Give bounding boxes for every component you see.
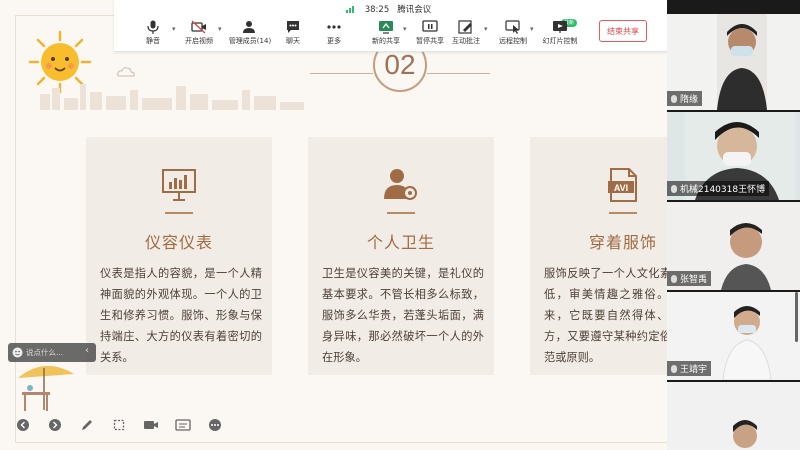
city-skyline-illustration	[40, 84, 304, 110]
slide-control-icon	[553, 21, 567, 33]
subtitle-tool-button[interactable]	[174, 417, 192, 433]
slide-control-button[interactable]: 幻灯片控制	[532, 20, 588, 50]
share-screen-icon	[379, 21, 393, 34]
participant-name-tag: 隋缘	[667, 91, 703, 106]
pause-icon	[422, 20, 438, 32]
smiley-icon	[12, 347, 23, 358]
remote-control-icon	[505, 20, 520, 34]
next-slide-button[interactable]	[46, 417, 64, 433]
person-gear-icon	[384, 169, 417, 200]
mic-icon	[671, 184, 677, 193]
chat-icon	[287, 21, 299, 33]
chevron-right-circle-icon	[49, 419, 61, 431]
card-appearance: 仪容仪表 仪表是指人的容貌，是一个人精神面貌的外观体现。一个人的卫生和修养习惯。…	[86, 137, 272, 375]
pen-tool-button[interactable]	[78, 417, 96, 433]
mic-icon	[671, 364, 677, 373]
more-button[interactable]: 更多	[306, 20, 362, 50]
members-icon	[243, 21, 255, 33]
person-video-silhouette	[721, 223, 771, 290]
participant-tile[interactable]: 张智禹	[667, 202, 800, 290]
participant-tile[interactable]: 隋缘	[667, 14, 800, 110]
participant-tile[interactable]: 王靖宇	[667, 292, 800, 380]
camera-tool-button[interactable]	[142, 417, 160, 433]
card-body: 仪表是指人的容貌，是一个人精神面貌的外观体现。一个人的卫生和修养习惯。服饰、形象…	[100, 267, 262, 364]
more-tools-button[interactable]	[206, 417, 224, 433]
participant-name-tag: 张智禹	[667, 271, 712, 286]
panel-scrollbar[interactable]	[795, 292, 798, 342]
caption-icon	[175, 419, 191, 431]
card-hygiene: 个人卫生 卫生是仪容美的关键，是礼仪的基本要求。不管长相多么标致，服饰多么华贵，…	[308, 137, 494, 375]
chevron-left-circle-icon	[17, 419, 29, 431]
microphone-icon	[147, 20, 159, 34]
participant-video	[723, 382, 769, 450]
video-options-caret[interactable]: ▾	[218, 25, 222, 33]
video-off-icon	[191, 20, 206, 34]
participant-name-tag: 王靖宇	[667, 361, 712, 376]
person-video-silhouette	[722, 306, 772, 380]
avi-file-icon: AVI	[608, 168, 637, 202]
meeting-app-name: 腾讯会议	[397, 5, 432, 15]
mic-icon	[671, 94, 677, 103]
card-title: 仪容仪表	[144, 233, 213, 252]
person-video-silhouette	[717, 24, 767, 110]
select-tool-button[interactable]	[110, 417, 128, 433]
participant-name-tag: 机械2140318王怀博	[667, 181, 770, 196]
pencil-icon	[82, 420, 92, 430]
cloud-illustration	[117, 67, 135, 77]
shared-slide: 02 仪容仪表 仪表是指人的容貌，是一个人精神面貌的外观体现。一个人的卫生和修养…	[0, 0, 667, 450]
collapse-chevron-icon[interactable]: ‹	[85, 345, 89, 356]
participant-video	[721, 202, 771, 290]
mic-icon	[671, 274, 677, 283]
crop-icon	[113, 419, 125, 431]
meeting-timer: 38:25	[364, 5, 390, 15]
card-body: 卫生是仪容美的关键，是礼仪的基本要求。不管长相多么标致，服饰多么华贵，若蓬头垢面…	[322, 267, 484, 364]
annotation-toolbar	[14, 415, 224, 435]
person-video-silhouette	[733, 420, 757, 448]
signal-icon	[345, 6, 354, 13]
participants-panel: 隋缘 机械2140318王怀博 张智禹 王靖宇	[667, 0, 800, 450]
video-camera-icon	[144, 421, 158, 429]
meeting-status: 38:25 腾讯会议	[114, 3, 667, 15]
card-title: 穿着服饰	[588, 233, 657, 252]
participant-tile[interactable]	[667, 382, 800, 450]
umbrella-scene-illustration	[18, 365, 74, 411]
comment-input[interactable]: 说点什么... ‹	[8, 343, 96, 362]
pen-icon	[458, 20, 472, 34]
card-body: 服饰反映了一个人文化素养之高低，审美情趣之雅俗。具体说来，它既要自然得体、协调大…	[544, 267, 667, 364]
previous-slide-button[interactable]	[14, 417, 32, 433]
card-title: 个人卫生	[366, 233, 435, 252]
participant-video	[721, 292, 773, 380]
participant-tile[interactable]: 机械2140318王怀博	[667, 112, 800, 200]
card-rule	[609, 212, 637, 214]
section-divider-left	[310, 73, 373, 74]
card-rule	[387, 212, 415, 214]
more-dots-icon	[327, 25, 341, 29]
section-divider-right	[427, 73, 490, 74]
comment-placeholder: 说点什么...	[26, 348, 64, 357]
participant-video	[717, 14, 767, 110]
end-share-button[interactable]: 结束共享	[599, 20, 647, 42]
presentation-chart-icon	[162, 169, 196, 201]
meeting-toolbar: 38:25 腾讯会议 静音 ▾ 开启视频 ▾ 管理成员(14) 聊天 更多 新的…	[114, 0, 667, 52]
card-rule	[165, 212, 193, 214]
card-clothing: AVI 穿着服饰 服饰反映了一个人文化素养之高低，审美情趣之雅俗。具体说来，它既…	[530, 137, 667, 375]
more-dots-icon	[209, 419, 221, 431]
svg-text:AVI: AVI	[614, 183, 628, 193]
